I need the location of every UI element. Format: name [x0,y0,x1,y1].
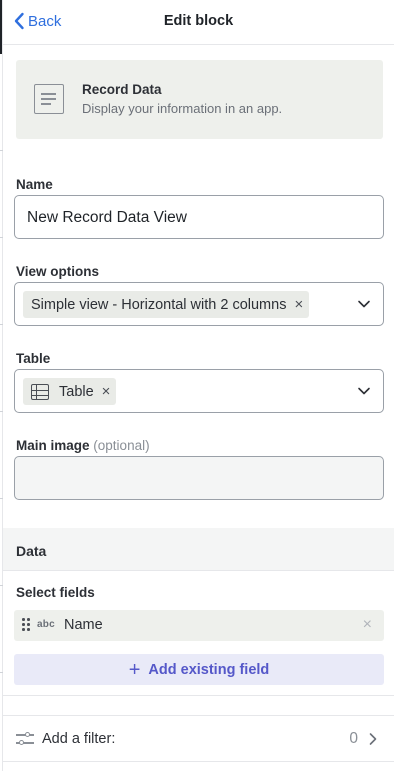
header-bar: Back Edit block [3,0,394,45]
chevron-down-icon[interactable] [357,384,371,398]
add-filter-row[interactable]: Add a filter: 0 [3,715,394,762]
add-filter-label: Add a filter: [42,731,116,747]
block-type-title: Record Data [82,82,162,97]
edge-tick [0,411,3,412]
page-title: Edit block [163,13,234,29]
view-option-chip: Simple view - Horizontal with 2 columns … [23,291,310,318]
divider [3,695,394,696]
table-select[interactable]: Table × [14,369,384,413]
panel-edge-dark [0,0,2,54]
table-chip: Table × [23,378,117,405]
table-chip-label: Table [59,383,94,400]
view-options-select[interactable]: Simple view - Horizontal with 2 columns … [14,282,384,326]
remove-view-option-button[interactable]: × [294,296,303,313]
remove-table-button[interactable]: × [102,383,111,400]
edge-tick [0,585,3,586]
edge-tick [0,672,3,673]
data-section-title: Data [16,543,47,559]
edge-tick [0,237,3,238]
add-existing-field-button[interactable]: + Add existing field [14,654,384,685]
main-image-select[interactable] [14,456,384,500]
edge-tick [0,498,3,499]
panel-left-edge [0,0,3,771]
remove-field-button[interactable]: × [363,616,372,634]
main-image-label: Main image (optional) [16,438,150,453]
filter-count: 0 [349,730,358,747]
chevron-right-icon [369,733,377,745]
table-label: Table [16,351,51,366]
field-list-item[interactable]: abc Name × [14,610,384,641]
table-icon [31,383,49,400]
drag-handle-icon[interactable] [22,618,30,632]
block-type-description: Display your information in an app. [82,101,283,116]
main-image-label-text: Main image [16,438,90,453]
add-existing-field-label: Add existing field [148,661,270,678]
field-name: Name [64,617,103,633]
text-type-badge: abc [37,619,55,630]
name-input-value: New Record Data View [27,209,187,226]
sliders-icon [16,731,34,747]
plus-icon: + [128,658,141,681]
data-section-header: Data [3,528,394,571]
name-label: Name [16,177,53,192]
edge-tick [0,150,3,151]
name-input[interactable]: New Record Data View [14,195,384,239]
edge-tick [0,324,3,325]
view-options-label: View options [16,264,100,279]
document-icon [34,84,64,114]
select-fields-label: Select fields [16,585,95,600]
view-option-chip-label: Simple view - Horizontal with 2 columns [31,296,287,313]
block-info-card: Record Data Display your information in … [16,60,383,139]
optional-note: (optional) [93,438,150,453]
chevron-down-icon[interactable] [357,297,371,311]
